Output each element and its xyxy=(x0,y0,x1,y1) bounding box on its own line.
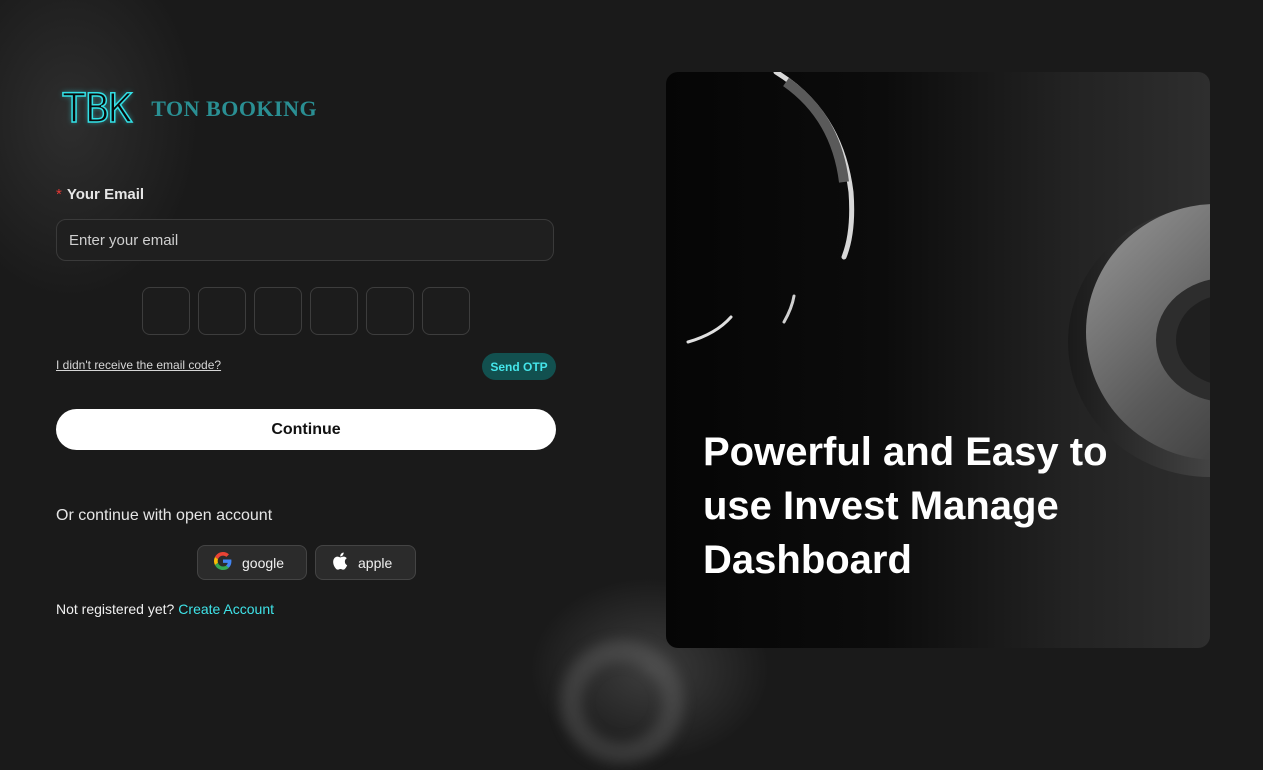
otp-digit-4[interactable] xyxy=(310,287,358,335)
send-otp-button[interactable]: Send OTP xyxy=(482,353,556,380)
email-label-text: Your Email xyxy=(66,186,145,203)
brand-name: TON BOOKING xyxy=(151,96,318,121)
apple-label: apple xyxy=(358,554,393,571)
email-field[interactable] xyxy=(56,219,554,261)
social-login-heading: Or continue with open account xyxy=(56,507,273,524)
google-icon xyxy=(214,552,232,573)
google-label: google xyxy=(242,554,285,571)
otp-digit-3[interactable] xyxy=(254,287,302,335)
brand-logo: TBK TON BOOKING xyxy=(61,85,318,133)
background-ring xyxy=(560,640,684,764)
register-text: Not registered yet? xyxy=(56,601,175,617)
resend-code-link[interactable]: I didn't receive the email code? xyxy=(56,358,221,372)
otp-digit-1[interactable] xyxy=(142,287,190,335)
apple-icon xyxy=(332,552,348,573)
otp-digit-2[interactable] xyxy=(198,287,246,335)
hero-panel: Powerful and Easy to use Invest Manage D… xyxy=(666,72,1210,648)
apple-login-button[interactable]: apple xyxy=(315,545,416,580)
create-account-link[interactable]: Create Account xyxy=(178,601,274,617)
otp-input-group xyxy=(142,287,470,335)
logo-mark: TBK xyxy=(61,85,133,133)
required-marker: * xyxy=(56,186,62,203)
register-prompt: Not registered yet? Create Account xyxy=(56,601,274,617)
otp-digit-6[interactable] xyxy=(422,287,470,335)
email-label: * Your Email xyxy=(56,186,144,203)
continue-button[interactable]: Continue xyxy=(56,409,556,450)
google-login-button[interactable]: google xyxy=(197,545,307,580)
otp-digit-5[interactable] xyxy=(366,287,414,335)
hero-headline: Powerful and Easy to use Invest Manage D… xyxy=(703,430,1108,582)
